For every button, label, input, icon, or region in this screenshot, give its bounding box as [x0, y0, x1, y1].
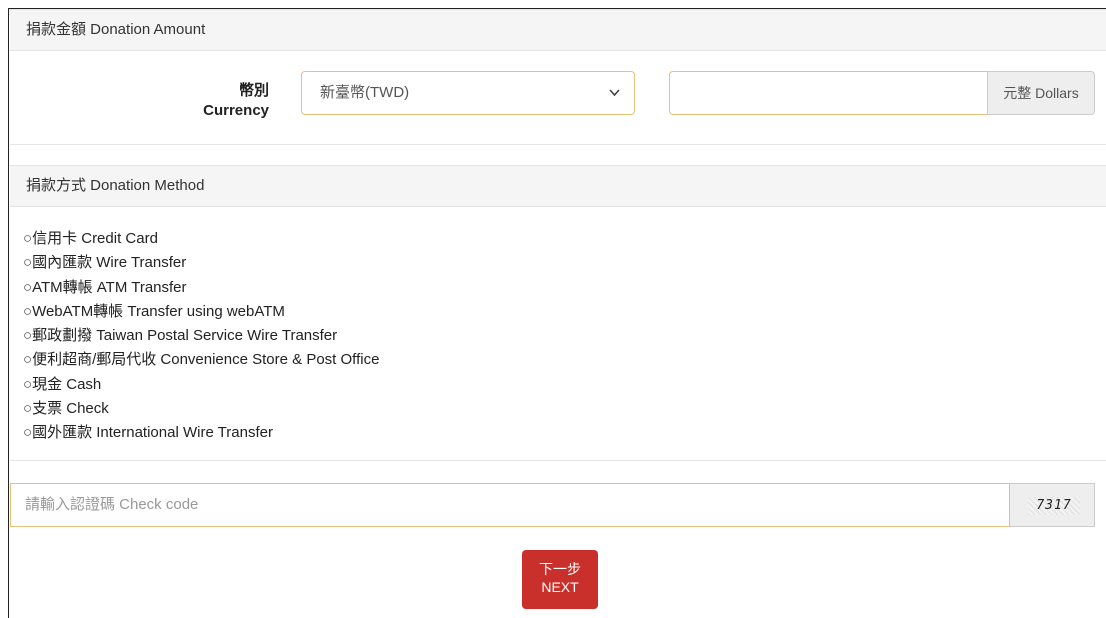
method-option-label: WebATM轉帳 Transfer using webATM	[32, 302, 285, 320]
dollars-addon: 元整 Dollars	[987, 71, 1095, 115]
method-option-label: 信用卡 Credit Card	[32, 230, 158, 247]
currency-label-en: Currency	[203, 102, 269, 119]
next-button[interactable]: 下一步 NEXT	[522, 550, 598, 609]
radio-icon[interactable]: ○	[23, 254, 32, 271]
method-option-label: 郵政劃撥 Taiwan Postal Service Wire Transfer	[32, 327, 338, 345]
method-option-label: 便利超商/郵局代收 Convenience Store & Post Offic…	[32, 351, 380, 369]
donation-method-heading: 捐款方式 Donation Method	[10, 165, 1106, 207]
divider	[10, 144, 1106, 145]
currency-selected-value: 新臺幣(TWD)	[320, 84, 410, 101]
currency-label-zh: 幣別	[238, 82, 269, 99]
method-option[interactable]: ○ATM轉帳 ATM Transfer	[23, 276, 379, 300]
method-option-label: 國內匯款 Wire Transfer	[32, 254, 187, 272]
donation-method-list: ○信用卡 Credit Card ○國內匯款 Wire Transfer ○ATM轉…	[23, 227, 379, 446]
method-option-label: 國外匯款 International Wire Transfer	[32, 424, 273, 442]
radio-icon[interactable]: ○	[23, 327, 32, 344]
radio-icon[interactable]: ○	[23, 230, 32, 247]
donation-amount-heading: 捐款金額 Donation Amount	[10, 9, 1106, 51]
radio-icon[interactable]: ○	[23, 400, 32, 417]
donation-form: 捐款金額 Donation Amount 幣別 Currency 新臺幣(TWD…	[8, 8, 1106, 618]
method-option[interactable]: ○支票 Check	[23, 397, 379, 421]
next-button-label-zh: 下一步	[539, 561, 581, 577]
currency-select[interactable]: 新臺幣(TWD)	[301, 71, 635, 115]
method-option[interactable]: ○WebATM轉帳 Transfer using webATM	[23, 300, 379, 324]
captcha-image: 7317	[1028, 497, 1080, 515]
method-option-label: 現金 Cash	[32, 375, 102, 393]
radio-icon[interactable]: ○	[23, 424, 32, 441]
method-option[interactable]: ○郵政劃撥 Taiwan Postal Service Wire Transfe…	[23, 324, 379, 348]
next-button-label-en: NEXT	[541, 579, 579, 595]
radio-icon[interactable]: ○	[23, 376, 32, 393]
method-option[interactable]: ○現金 Cash	[23, 373, 379, 397]
divider	[10, 460, 1106, 461]
amount-input[interactable]	[669, 71, 987, 115]
method-option[interactable]: ○國外匯款 International Wire Transfer	[23, 421, 379, 445]
method-option-label: ATM轉帳 ATM Transfer	[32, 278, 187, 296]
chevron-down-icon	[609, 72, 620, 131]
method-option-label: 支票 Check	[32, 400, 109, 418]
currency-label: 幣別 Currency	[189, 81, 269, 121]
radio-icon[interactable]: ○	[23, 303, 32, 320]
method-option[interactable]: ○國內匯款 Wire Transfer	[23, 251, 379, 275]
method-option[interactable]: ○便利超商/郵局代收 Convenience Store & Post Offi…	[23, 348, 379, 372]
method-option[interactable]: ○信用卡 Credit Card	[23, 227, 379, 251]
check-code-input[interactable]: 請輸入認證碼 Check code	[10, 483, 1010, 527]
radio-icon[interactable]: ○	[23, 279, 32, 296]
radio-icon[interactable]: ○	[23, 351, 32, 368]
captcha-box[interactable]: 7317	[1010, 483, 1095, 527]
